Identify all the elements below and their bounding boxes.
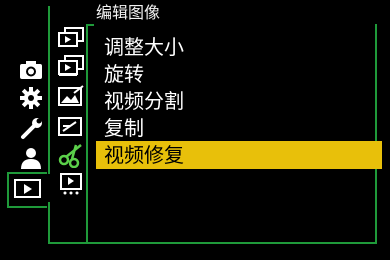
frame-line-left-lower (48, 202, 50, 244)
frame-line-bottom (48, 242, 377, 244)
category-tab-custom[interactable] (14, 86, 48, 110)
menu-item-video-divide[interactable]: 视频分割 (96, 87, 382, 115)
menu-item-resize[interactable]: 调整大小 (96, 33, 382, 61)
menu-item-rotate[interactable]: 旋转 (96, 60, 382, 88)
person-icon (21, 148, 41, 169)
menu-item-copy[interactable]: 复制 (96, 114, 382, 142)
subtab-image-edit[interactable] (56, 84, 86, 110)
subtab-scissors[interactable] (56, 142, 86, 168)
scissors-icon (58, 144, 82, 168)
image-edit-icon (58, 85, 84, 106)
subtab-other-playback[interactable] (56, 170, 86, 196)
wrench-icon (21, 118, 42, 139)
category-tab-camera[interactable] (14, 58, 48, 82)
category-tab-setup[interactable] (14, 116, 48, 140)
menu-item-video-repair[interactable]: 视频修复 (96, 141, 382, 169)
subtab-image-stack[interactable] (56, 54, 86, 80)
frame-line-divider (86, 24, 88, 244)
playback-icon (14, 179, 41, 198)
playback-mode-icon (58, 27, 84, 47)
category-tab-mymenu[interactable] (14, 146, 48, 170)
gear-icon (20, 87, 42, 109)
image-process-icon (58, 117, 82, 136)
camera-menu-screen: 编辑图像 调整大小 旋转 视频分割 复制 视频修复 (0, 0, 390, 260)
image-stack-icon (58, 55, 84, 76)
category-tab-playback[interactable] (7, 172, 47, 208)
camera-icon (20, 61, 42, 79)
subtab-image-process[interactable] (56, 114, 86, 140)
menu-title: 编辑图像 (96, 3, 161, 22)
other-playback-icon (60, 173, 82, 195)
frame-line-left-upper (48, 6, 50, 174)
subtab-playback-mode[interactable] (56, 26, 86, 52)
